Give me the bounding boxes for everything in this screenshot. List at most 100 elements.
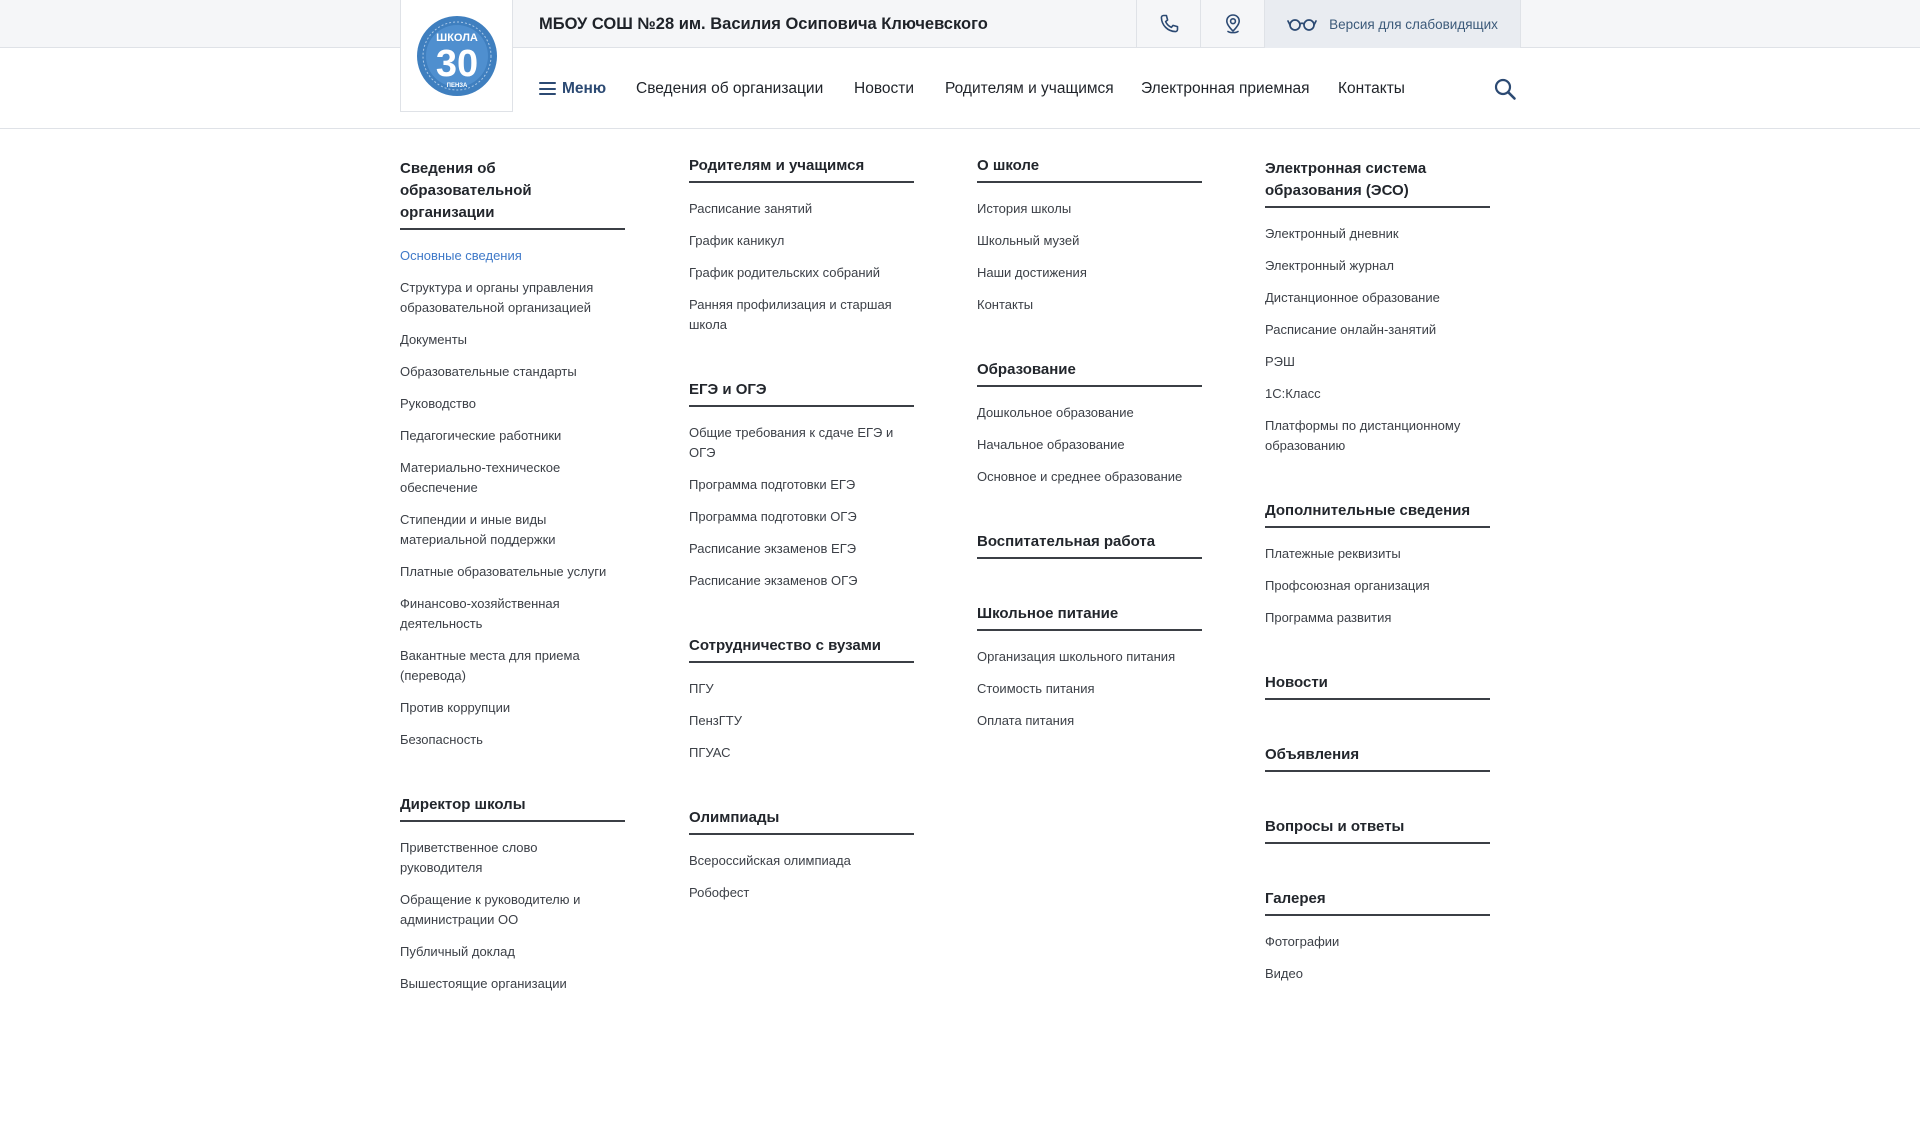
menu-section-title[interactable]: Объявления xyxy=(1265,744,1490,772)
menu-section-links: Фотографии Видео xyxy=(1265,932,1490,984)
menu-link[interactable]: Электронный дневник xyxy=(1265,224,1490,244)
menu-link[interactable]: Расписание экзаменов ОГЭ xyxy=(689,571,914,591)
menu-link[interactable]: Платные образовательные услуги xyxy=(400,562,625,582)
menu-link[interactable]: ПензГТУ xyxy=(689,711,914,731)
menu-section-title[interactable]: Новости xyxy=(1265,672,1490,700)
menu-link[interactable]: Обращение к руководителю и администрации… xyxy=(400,890,625,930)
menu-section-links: Электронный дневник Электронный журнал Дис… xyxy=(1265,224,1490,456)
menu-link[interactable]: Расписание экзаменов ЕГЭ xyxy=(689,539,914,559)
menu-section-title[interactable]: Вопросы и ответы xyxy=(1265,816,1490,844)
school-logo[interactable]: ШКОЛА 30 ПЕНЗА xyxy=(400,0,513,112)
menu-link[interactable]: Программа развития xyxy=(1265,608,1490,628)
menu-link[interactable]: РЭШ xyxy=(1265,352,1490,372)
menu-link[interactable]: Платежные реквизиты xyxy=(1265,544,1490,564)
menu-section-title[interactable]: Сотрудничество с вузами xyxy=(689,635,914,663)
menu-link[interactable]: ПГУАС xyxy=(689,743,914,763)
menu-section-title[interactable]: Школьное питание xyxy=(977,603,1202,631)
nav-link-news[interactable]: Новости xyxy=(854,48,914,129)
menu-link[interactable]: Педагогические работники xyxy=(400,426,625,446)
menu-link[interactable]: Видео xyxy=(1265,964,1490,984)
menu-column-4: Электронная система образования (ЭСО) Эле… xyxy=(1265,158,1490,1028)
menu-link[interactable]: Образовательные стандарты xyxy=(400,362,625,382)
menu-link[interactable]: 1С:Класс xyxy=(1265,384,1490,404)
menu-link[interactable]: Профсоюзная организация xyxy=(1265,576,1490,596)
menu-link[interactable]: Робофест xyxy=(689,883,914,903)
menu-section: Дополнительные сведения Платежные реквизи… xyxy=(1265,500,1490,628)
menu-link[interactable]: Оплата питания xyxy=(977,711,1202,731)
menu-link[interactable]: Программа подготовки ЕГЭ xyxy=(689,475,914,495)
menu-link[interactable]: Общие требования к сдаче ЕГЭ и ОГЭ xyxy=(689,423,914,463)
menu-section-links: Основные сведения Структура и органы упра… xyxy=(400,246,625,750)
menu-section: Олимпиады Всероссийская олимпиада Робофест xyxy=(689,807,914,903)
menu-link[interactable]: Школьный музей xyxy=(977,231,1202,251)
menu-link[interactable]: ПГУ xyxy=(689,679,914,699)
menu-link[interactable]: Документы xyxy=(400,330,625,350)
menu-column-1: Сведения об образовательной организации О… xyxy=(400,158,625,1038)
menu-section-title[interactable]: Электронная система образования (ЭСО) xyxy=(1265,158,1490,208)
menu-link[interactable]: Вышестоящие организации xyxy=(400,974,625,994)
menu-section-title[interactable]: Образование xyxy=(977,359,1202,387)
menu-section: Родителям и учащимся Расписание занятий Гр… xyxy=(689,155,914,335)
menu-link[interactable]: Наши достижения xyxy=(977,263,1202,283)
menu-link[interactable]: Электронный журнал xyxy=(1265,256,1490,276)
menu-section-title[interactable]: Олимпиады xyxy=(689,807,914,835)
menu-link[interactable]: Стипендии и иные виды материальной подде… xyxy=(400,510,625,550)
menu-link[interactable]: Материально-техническое обеспечение xyxy=(400,458,625,498)
menu-link[interactable]: Дошкольное образование xyxy=(977,403,1202,423)
menu-link[interactable]: Безопасность xyxy=(400,730,625,750)
menu-link[interactable]: График каникул xyxy=(689,231,914,251)
menu-link[interactable]: Основное и среднее образование xyxy=(977,467,1202,487)
menu-link[interactable]: Фотографии xyxy=(1265,932,1490,952)
menu-link[interactable]: Приветственное слово руководителя xyxy=(400,838,625,878)
menu-section-title[interactable]: Директор школы xyxy=(400,794,625,822)
menu-link[interactable]: Всероссийская олимпиада xyxy=(689,851,914,871)
menu-section-links: Всероссийская олимпиада Робофест xyxy=(689,851,914,903)
menu-link[interactable]: Публичный доклад xyxy=(400,942,625,962)
menu-link[interactable]: График родительских собраний xyxy=(689,263,914,283)
menu-section: Школьное питание Организация школьного пи… xyxy=(977,603,1202,731)
menu-link[interactable]: Организация школьного питания xyxy=(977,647,1202,667)
menu-link[interactable]: Против коррупции xyxy=(400,698,625,718)
menu-section-title[interactable]: Родителям и учащимся xyxy=(689,155,914,183)
menu-section-title[interactable]: ЕГЭ и ОГЭ xyxy=(689,379,914,407)
phone-button[interactable] xyxy=(1136,0,1200,48)
menu-link[interactable]: Контакты xyxy=(977,295,1202,315)
menu-link[interactable]: Платформы по дистанционному образованию xyxy=(1265,416,1490,456)
menu-link[interactable]: История школы xyxy=(977,199,1202,219)
menu-section-title[interactable]: О школе xyxy=(977,155,1202,183)
menu-link[interactable]: Вакантные места для приема (перевода) xyxy=(400,646,625,686)
menu-column-2: Родителям и учащимся Расписание занятий Гр… xyxy=(689,155,914,947)
menu-section-links: Платежные реквизиты Профсоюзная организац… xyxy=(1265,544,1490,628)
menu-link[interactable]: Ранняя профилизация и старшая школа xyxy=(689,295,914,335)
menu-section-title[interactable]: Сведения об образовательной организации xyxy=(400,158,625,230)
menu-section-title[interactable]: Воспитательная работа xyxy=(977,531,1202,559)
menu-section: Новости xyxy=(1265,672,1490,700)
menu-toggle-button[interactable]: Меню xyxy=(539,48,606,129)
menu-section: Образование Дошкольное образование Начальн… xyxy=(977,359,1202,487)
menu-link[interactable]: Основные сведения xyxy=(400,246,625,266)
nav-link-e-reception[interactable]: Электронная приемная xyxy=(1141,48,1310,129)
menu-section: О школе История школы Школьный музей Наши д… xyxy=(977,155,1202,315)
menu-link[interactable]: Стоимость питания xyxy=(977,679,1202,699)
menu-section-links: Организация школьного питания Стоимость п… xyxy=(977,647,1202,731)
menu-link[interactable]: Дистанционное образование xyxy=(1265,288,1490,308)
menu-link[interactable]: Расписание занятий xyxy=(689,199,914,219)
nav-link-parents-students[interactable]: Родителям и учащимся xyxy=(945,48,1114,129)
map-button[interactable] xyxy=(1200,0,1264,48)
menu-link[interactable]: Начальное образование xyxy=(977,435,1202,455)
menu-link[interactable]: Расписание онлайн-занятий xyxy=(1265,320,1490,340)
low-vision-version-button[interactable]: Версия для слабовидящих xyxy=(1264,0,1521,48)
menu-link[interactable]: Программа подготовки ОГЭ xyxy=(689,507,914,527)
search-button[interactable] xyxy=(1492,76,1518,102)
nav-link-contacts[interactable]: Контакты xyxy=(1338,48,1405,129)
menu-link[interactable]: Финансово-хозяйственная деятельность xyxy=(400,594,625,634)
menu-link[interactable]: Руководство xyxy=(400,394,625,414)
nav-link-organization-info[interactable]: Сведения об организации xyxy=(636,48,823,129)
menu-link[interactable]: Структура и органы управления образовате… xyxy=(400,278,625,318)
logo-number: 30 xyxy=(435,43,477,85)
glasses-icon xyxy=(1287,19,1317,31)
menu-section-title[interactable]: Галерея xyxy=(1265,888,1490,916)
menu-section-title[interactable]: Дополнительные сведения xyxy=(1265,500,1490,528)
menu-toggle-label: Меню xyxy=(562,79,607,97)
menu-section-links: Приветственное слово руководителя Обращен… xyxy=(400,838,625,994)
